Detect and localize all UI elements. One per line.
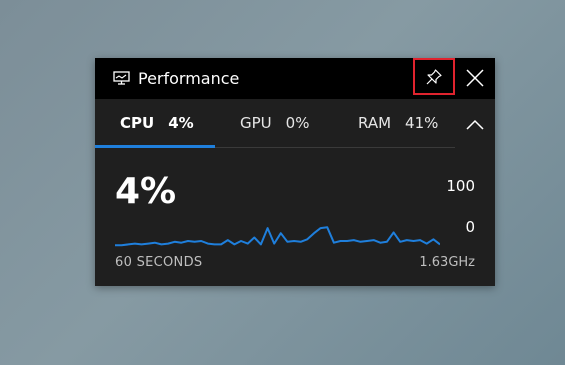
tab-cpu-label: CPU — [120, 114, 155, 132]
tab-ram-label: RAM — [358, 114, 392, 132]
tab-divider — [215, 147, 455, 148]
axis-max-label: 100 — [446, 177, 475, 195]
close-icon — [466, 69, 484, 87]
metric-tabs: CPU 4% GPU 0% RAM 41% — [95, 99, 495, 148]
usage-line — [115, 226, 440, 247]
title-bar[interactable]: Performance — [95, 58, 495, 99]
chevron-up-icon — [466, 119, 484, 130]
graph-duration-label: 60 SECONDS — [115, 255, 203, 270]
active-tab-indicator — [95, 145, 215, 148]
tab-cpu-value: 4% — [168, 114, 194, 132]
tab-gpu-label: GPU — [240, 114, 272, 132]
tab-ram-value: 41% — [405, 114, 439, 132]
pin-button[interactable] — [413, 58, 455, 95]
usage-graph — [115, 226, 440, 247]
axis-min-label: 0 — [465, 218, 475, 236]
tab-gpu[interactable]: GPU 0% — [240, 114, 309, 132]
tab-ram[interactable]: RAM 41% — [358, 114, 438, 132]
cpu-clock-speed: 1.63GHz — [419, 255, 475, 270]
widget-title: Performance — [138, 69, 240, 88]
tab-gpu-value: 0% — [285, 114, 310, 132]
collapse-button[interactable] — [461, 113, 489, 137]
close-button[interactable] — [460, 62, 490, 94]
monitor-icon — [113, 71, 130, 85]
pin-icon — [426, 68, 442, 84]
performance-widget: Performance CPU 4% GPU 0% RAM 41% 4% 100… — [95, 58, 495, 286]
tab-cpu[interactable]: CPU 4% — [120, 114, 194, 132]
